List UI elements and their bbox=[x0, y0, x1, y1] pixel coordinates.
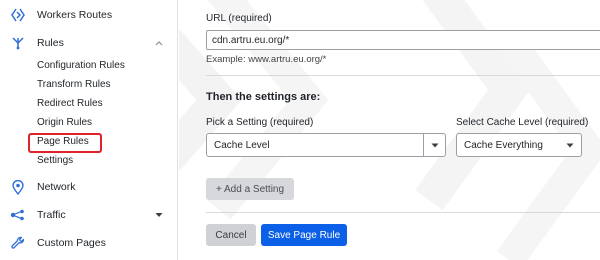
nav-label-custom-pages: Custom Pages bbox=[37, 237, 106, 249]
page-rules-highlight bbox=[28, 133, 102, 153]
add-setting-button[interactable]: + Add a Setting bbox=[206, 178, 294, 200]
rules-fork-icon bbox=[10, 35, 26, 51]
sidebar-item-redirect-rules[interactable]: Redirect Rules bbox=[37, 97, 103, 111]
actions-divider bbox=[206, 212, 600, 213]
chevron-up-icon[interactable] bbox=[154, 38, 164, 48]
traffic-nodes-icon bbox=[10, 207, 26, 223]
cache-level-select[interactable]: Cache Everything bbox=[456, 133, 582, 157]
url-input[interactable] bbox=[206, 30, 600, 50]
cancel-button[interactable]: Cancel bbox=[206, 224, 256, 246]
dropdown-arrow-icon bbox=[559, 134, 581, 156]
nav-rules[interactable]: Rules bbox=[0, 30, 178, 56]
pick-setting-select[interactable]: Cache Level bbox=[206, 133, 446, 157]
nav-label-workers-routes: Workers Routes bbox=[37, 9, 113, 21]
url-example-hint: Example: www.artru.eu.org/* bbox=[206, 54, 327, 65]
settings-heading: Then the settings are: bbox=[206, 91, 321, 103]
workers-diamond-icon bbox=[10, 7, 26, 23]
cache-level-value: Cache Everything bbox=[464, 139, 543, 151]
caret-down-icon[interactable] bbox=[154, 210, 164, 220]
sidebar-item-settings[interactable]: Settings bbox=[37, 154, 73, 168]
page-rule-form: URL (required) Example: www.artru.eu.org… bbox=[179, 0, 600, 260]
nav-label-traffic: Traffic bbox=[37, 209, 66, 221]
section-divider bbox=[206, 75, 600, 76]
nav-workers-routes[interactable]: Workers Routes bbox=[0, 2, 178, 28]
nav-custom-pages[interactable]: Custom Pages bbox=[0, 230, 178, 256]
sidebar: Workers Routes Rules Configuration Rules… bbox=[0, 0, 178, 260]
select-arrow-icon bbox=[423, 134, 445, 156]
cache-level-label: Select Cache Level (required) bbox=[456, 117, 589, 128]
sidebar-item-transform-rules[interactable]: Transform Rules bbox=[37, 78, 111, 92]
nav-network[interactable]: Network bbox=[0, 174, 178, 200]
nav-label-rules: Rules bbox=[37, 37, 64, 49]
pick-setting-label: Pick a Setting (required) bbox=[206, 117, 314, 128]
nav-label-network: Network bbox=[37, 181, 76, 193]
nav-traffic[interactable]: Traffic bbox=[0, 202, 178, 228]
save-page-rule-button[interactable]: Save Page Rule bbox=[261, 224, 347, 246]
pick-setting-value: Cache Level bbox=[214, 139, 270, 151]
sidebar-item-configuration-rules[interactable]: Configuration Rules bbox=[37, 59, 125, 73]
location-pin-icon bbox=[10, 179, 26, 195]
sidebar-item-origin-rules[interactable]: Origin Rules bbox=[37, 116, 92, 130]
url-label: URL (required) bbox=[206, 13, 272, 24]
wrench-icon bbox=[10, 235, 26, 251]
